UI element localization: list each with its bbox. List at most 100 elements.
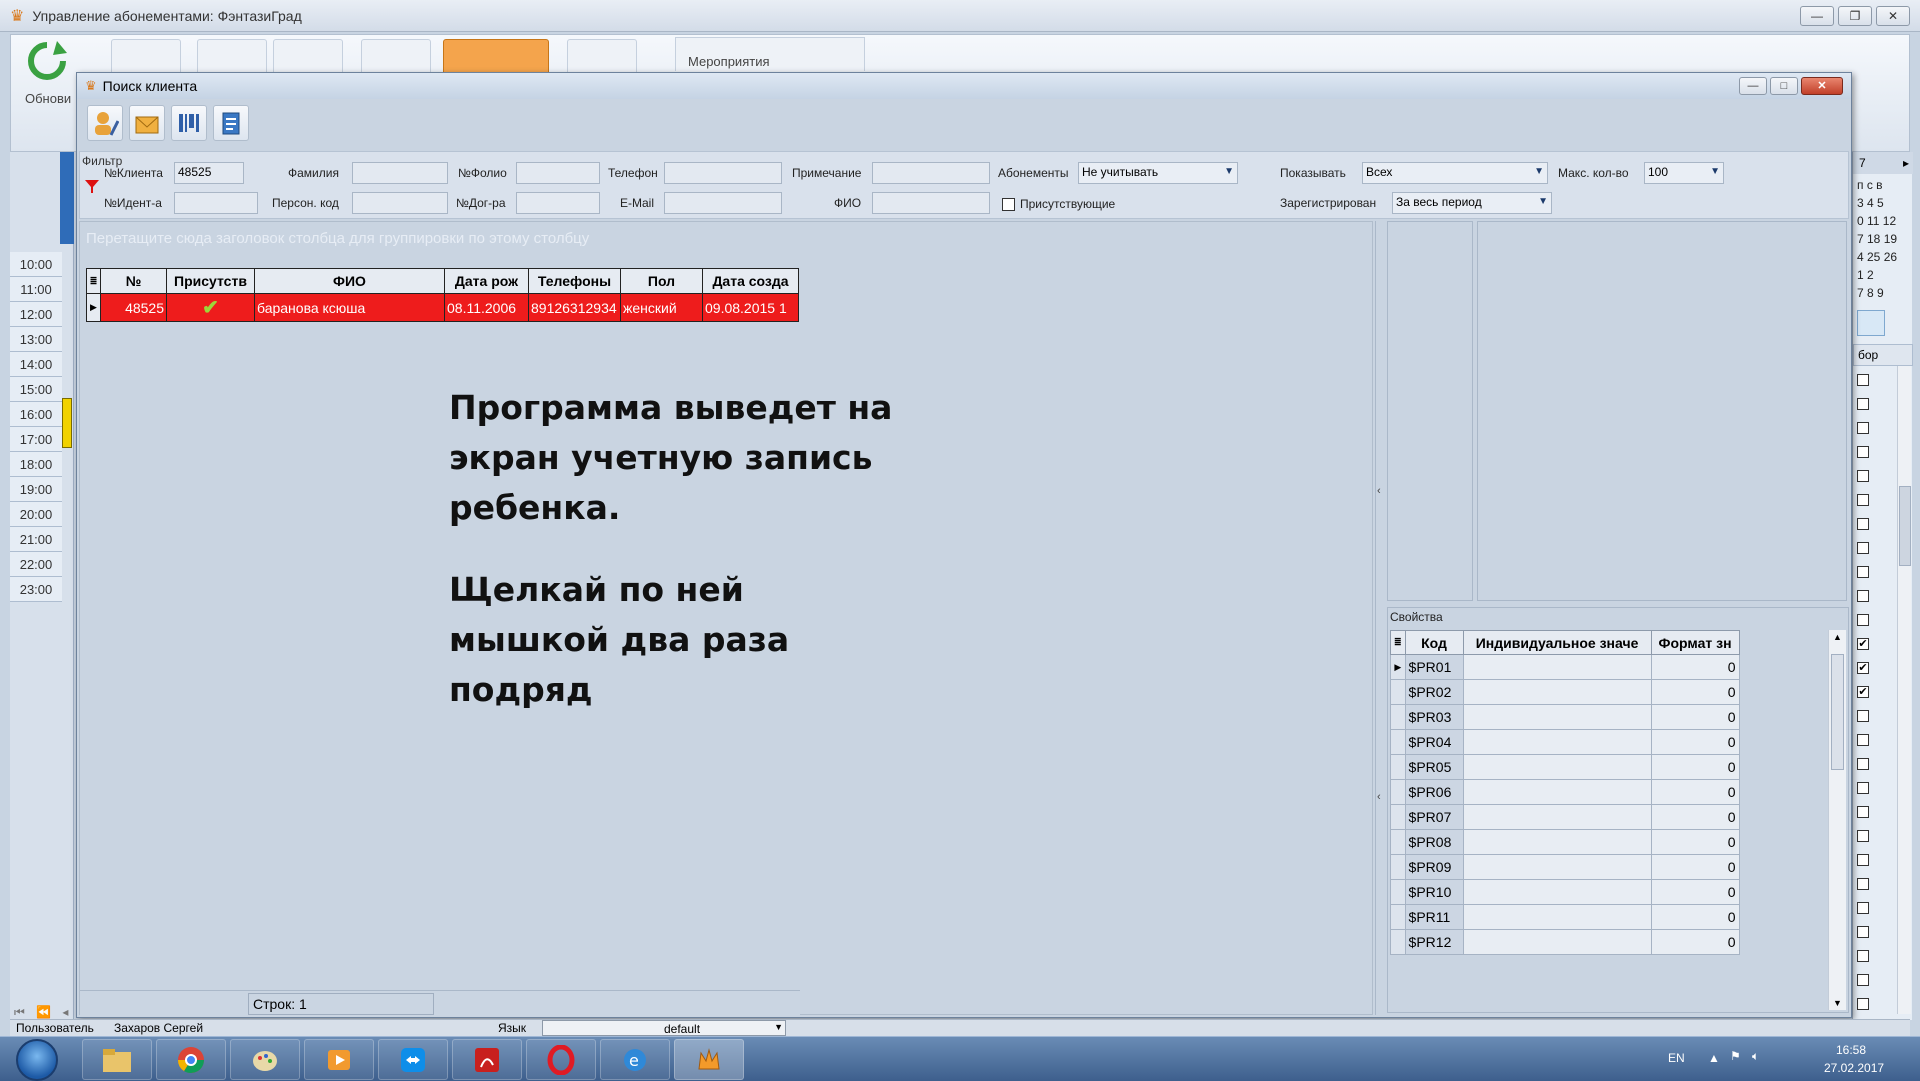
table-row[interactable]: ▶ 48525 ✔ баранова ксюша 08.11.2006 8912… xyxy=(86,293,799,322)
scroll-thumb[interactable] xyxy=(1831,654,1844,770)
property-value[interactable] xyxy=(1462,679,1652,705)
taskbar-fantasygrad[interactable] xyxy=(674,1039,744,1080)
calendar-day-row[interactable]: 1 2 xyxy=(1857,268,1874,282)
column-header-fio[interactable]: ФИО xyxy=(254,268,445,294)
dialog-close-button[interactable]: ✕ xyxy=(1801,77,1843,95)
select-checkbox[interactable] xyxy=(1857,374,1869,386)
calendar-select-button[interactable] xyxy=(1857,310,1885,336)
column-header-no[interactable]: № xyxy=(100,268,167,294)
collapse-left-icon[interactable]: ‹ xyxy=(1377,791,1381,803)
property-value[interactable] xyxy=(1462,654,1652,680)
column-header-birthdate[interactable]: Дата рож xyxy=(444,268,529,294)
calendar-day-row[interactable]: 4 25 26 xyxy=(1857,250,1897,264)
property-value[interactable] xyxy=(1462,704,1652,730)
minimize-button[interactable]: — xyxy=(1800,6,1834,26)
property-format[interactable]: 0 xyxy=(1650,729,1740,755)
scroll-down-icon[interactable]: ▼ xyxy=(1833,998,1842,1008)
checkmark-icon[interactable]: ✔ xyxy=(166,293,255,322)
personal-code-input[interactable] xyxy=(352,192,448,214)
property-row[interactable]: $PR09 0 xyxy=(1390,854,1740,880)
tab-events[interactable]: Мероприятия xyxy=(675,37,865,71)
select-checkbox[interactable] xyxy=(1857,926,1869,938)
property-code[interactable]: $PR05 xyxy=(1404,754,1464,780)
cell-fio[interactable]: баранова ксюша xyxy=(254,293,445,322)
column-header-phones[interactable]: Телефоны xyxy=(528,268,621,294)
time-slot[interactable]: 23:00 xyxy=(10,577,62,602)
time-slot[interactable]: 19:00 xyxy=(10,477,62,502)
property-value[interactable] xyxy=(1462,729,1652,755)
panel-splitter[interactable]: ‹ ‹ xyxy=(1375,221,1385,1015)
ident-input[interactable] xyxy=(174,192,258,214)
property-value[interactable] xyxy=(1462,929,1652,955)
cell-no[interactable]: 48525 xyxy=(100,293,167,322)
close-window-button[interactable]: ✕ xyxy=(1876,6,1910,26)
property-row[interactable]: ▶ $PR01 0 xyxy=(1390,654,1740,680)
property-format[interactable]: 0 xyxy=(1650,654,1740,680)
tray-expand-icon[interactable]: ▲ xyxy=(1708,1051,1720,1065)
column-header-created[interactable]: Дата созда xyxy=(702,268,799,294)
property-value[interactable] xyxy=(1462,779,1652,805)
time-slot[interactable]: 16:00 xyxy=(10,402,62,427)
fio-input[interactable] xyxy=(872,192,990,214)
time-slot[interactable]: 12:00 xyxy=(10,302,62,327)
select-checkbox[interactable] xyxy=(1857,710,1869,722)
note-input[interactable] xyxy=(872,162,990,184)
select-checkbox[interactable] xyxy=(1857,422,1869,434)
taskbar-ie[interactable]: e xyxy=(600,1039,670,1080)
property-format[interactable]: 0 xyxy=(1650,754,1740,780)
time-slot[interactable]: 18:00 xyxy=(10,452,62,477)
calendar-scrollbar[interactable] xyxy=(1897,366,1911,1014)
select-checkbox[interactable] xyxy=(1857,902,1869,914)
props-header-format[interactable]: Формат зн xyxy=(1650,630,1740,655)
select-checkbox[interactable] xyxy=(1857,854,1869,866)
input-language[interactable]: EN xyxy=(1668,1051,1685,1065)
property-row[interactable]: $PR03 0 xyxy=(1390,704,1740,730)
cell-created[interactable]: 09.08.2015 1 xyxy=(702,293,799,322)
select-checkbox[interactable] xyxy=(1857,806,1869,818)
property-format[interactable]: 0 xyxy=(1650,704,1740,730)
property-value[interactable] xyxy=(1462,829,1652,855)
property-row[interactable]: $PR06 0 xyxy=(1390,779,1740,805)
property-row[interactable]: $PR07 0 xyxy=(1390,804,1740,830)
time-slot[interactable]: 21:00 xyxy=(10,527,62,552)
properties-scrollbar[interactable]: ▲ ▼ xyxy=(1828,630,1846,1010)
clock-time[interactable]: 16:58 xyxy=(1836,1043,1866,1057)
property-code[interactable]: $PR06 xyxy=(1404,779,1464,805)
property-row[interactable]: $PR02 0 xyxy=(1390,679,1740,705)
show-select[interactable]: Всех ▼ xyxy=(1362,162,1548,184)
barcode-button[interactable] xyxy=(171,105,207,141)
phone-input[interactable] xyxy=(664,162,782,184)
property-value[interactable] xyxy=(1462,904,1652,930)
property-code[interactable]: $PR09 xyxy=(1404,854,1464,880)
select-checkbox[interactable] xyxy=(1857,398,1869,410)
select-checkbox[interactable] xyxy=(1857,446,1869,458)
property-value[interactable] xyxy=(1462,879,1652,905)
select-checkbox[interactable] xyxy=(1857,782,1869,794)
property-format[interactable]: 0 xyxy=(1650,829,1740,855)
property-format[interactable]: 0 xyxy=(1650,904,1740,930)
select-checkbox[interactable]: ✔ xyxy=(1857,662,1869,674)
select-checkbox[interactable] xyxy=(1857,566,1869,578)
email-input[interactable] xyxy=(664,192,782,214)
property-value[interactable] xyxy=(1462,754,1652,780)
send-mail-button[interactable] xyxy=(129,105,165,141)
property-code[interactable]: $PR08 xyxy=(1404,829,1464,855)
property-code[interactable]: $PR10 xyxy=(1404,879,1464,905)
client-card-button[interactable] xyxy=(87,105,123,141)
select-checkbox[interactable] xyxy=(1857,974,1869,986)
props-header-value[interactable]: Индивидуальное значе xyxy=(1462,630,1652,655)
property-code[interactable]: $PR04 xyxy=(1404,729,1464,755)
restore-button[interactable]: ❐ xyxy=(1838,6,1872,26)
present-checkbox[interactable] xyxy=(1002,198,1015,211)
cell-birthdate[interactable]: 08.11.2006 xyxy=(444,293,529,322)
cell-sex[interactable]: женский xyxy=(620,293,703,322)
column-header-present[interactable]: Присутств xyxy=(166,268,255,294)
select-checkbox[interactable] xyxy=(1857,758,1869,770)
time-slot[interactable]: 20:00 xyxy=(10,502,62,527)
property-format[interactable]: 0 xyxy=(1650,929,1740,955)
select-checkbox[interactable] xyxy=(1857,998,1869,1010)
property-row[interactable]: $PR10 0 xyxy=(1390,879,1740,905)
select-checkbox[interactable] xyxy=(1857,614,1869,626)
calendar-next-arrow[interactable]: ▸ xyxy=(1903,156,1909,170)
surname-input[interactable] xyxy=(352,162,448,184)
